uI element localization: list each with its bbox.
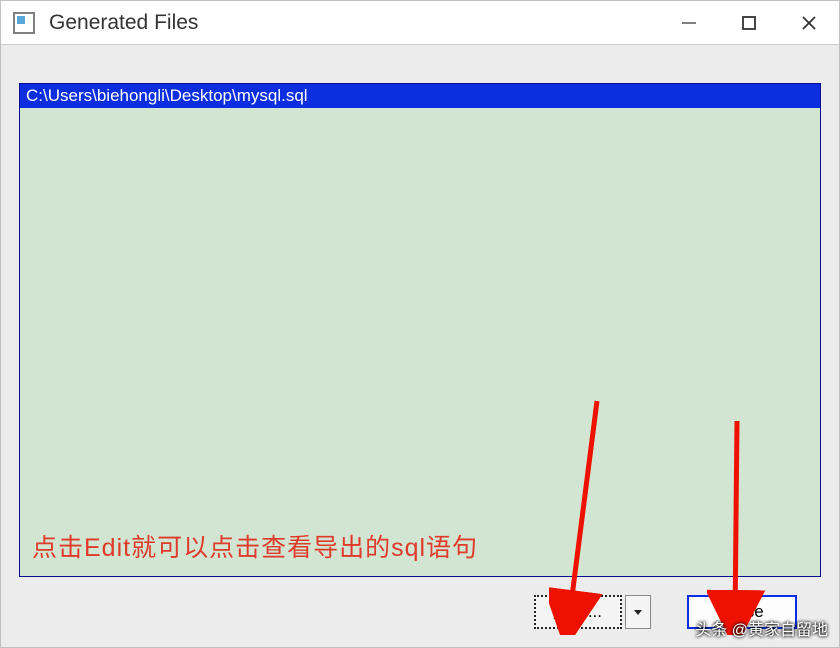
titlebar: Generated Files xyxy=(1,1,839,45)
close-window-button[interactable] xyxy=(779,1,839,44)
window-title: Generated Files xyxy=(49,11,659,35)
app-icon xyxy=(13,12,35,34)
annotation-text: 点击Edit就可以点击查看导出的sql语句 xyxy=(32,528,478,564)
watermark: 头条 @黄家自留地 xyxy=(695,616,828,640)
minimize-button[interactable] xyxy=(659,1,719,44)
maximize-button[interactable] xyxy=(719,1,779,44)
chevron-down-icon xyxy=(633,607,643,617)
client-area: C:\Users\biehongli\Desktop\mysql.sql 点击E… xyxy=(1,45,839,647)
edit-label-rest: dit ... xyxy=(565,602,602,622)
list-item[interactable]: C:\Users\biehongli\Desktop\mysql.sql xyxy=(20,84,820,108)
edit-dropdown-button[interactable] xyxy=(625,595,651,629)
window-controls xyxy=(659,1,839,44)
window: Generated Files C:\Users\biehongli\Deskt… xyxy=(0,0,840,648)
file-listbox[interactable]: C:\Users\biehongli\Desktop\mysql.sql 点击E… xyxy=(19,83,821,577)
minimize-icon xyxy=(680,14,698,32)
edit-button[interactable]: Edit ... xyxy=(534,595,622,629)
edit-button-label: E xyxy=(554,602,565,622)
close-icon xyxy=(800,14,818,32)
maximize-icon xyxy=(740,14,758,32)
